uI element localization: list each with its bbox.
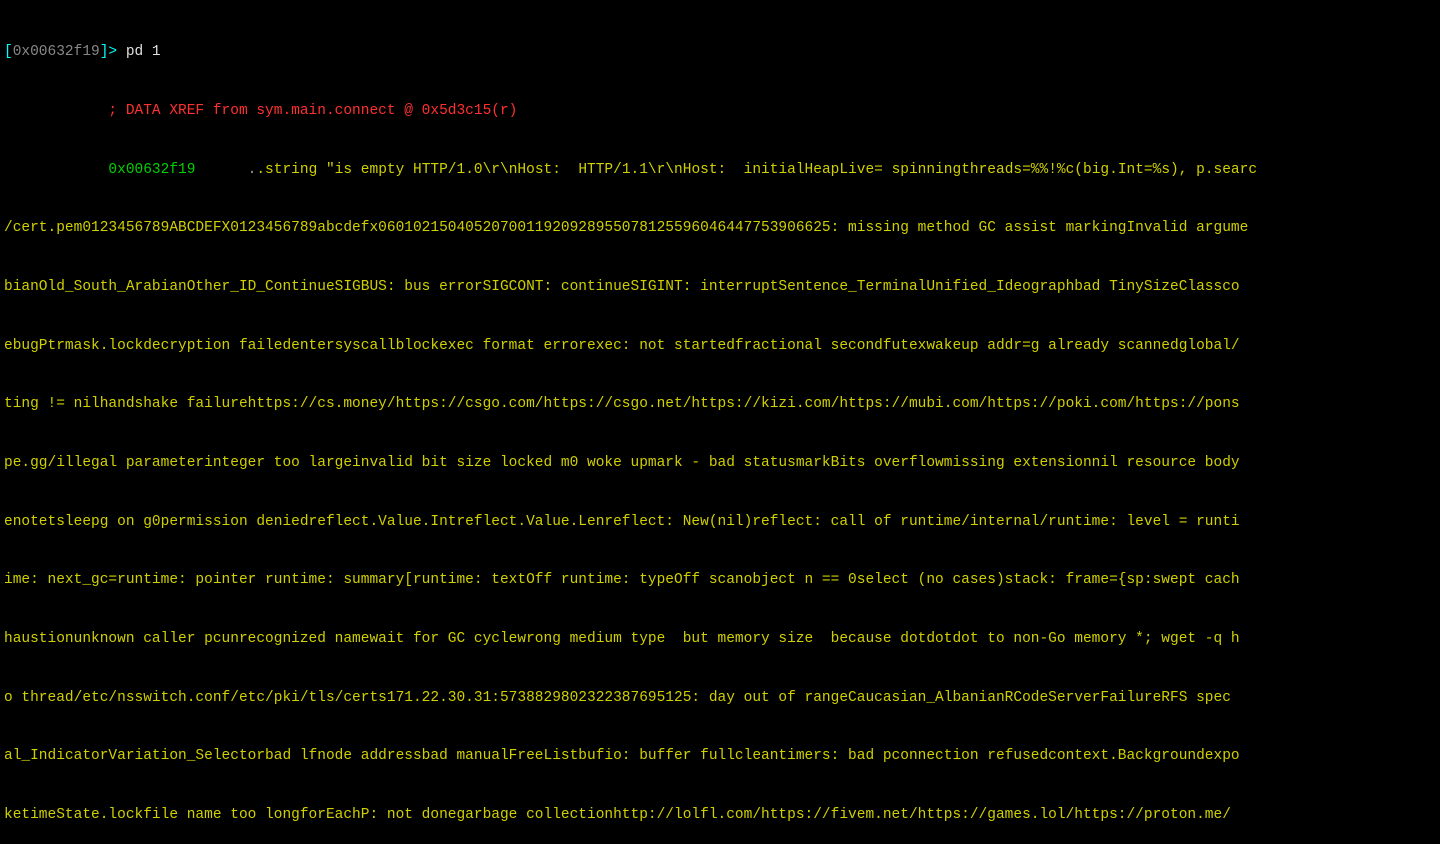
prompt-line-pd: [0x00632f19]> pd 1 <box>4 43 1436 63</box>
blob-line: al_IndicatorVariation_Selectorbad lfnode… <box>4 747 1436 767</box>
blob-line: /cert.pem0123456789ABCDEFX0123456789abcd… <box>4 219 1436 239</box>
blob-line: ketimeState.lockfile name too longforEac… <box>4 806 1436 826</box>
blob-line: ebugPtrmask.lockdecryption failedentersy… <box>4 337 1436 357</box>
blob-line: ting != nilhandshake failurehttps://cs.m… <box>4 395 1436 415</box>
blob-line: o thread/etc/nsswitch.conf/etc/pki/tls/c… <box>4 689 1436 709</box>
blob-line: bianOld_South_ArabianOther_ID_ContinueSI… <box>4 278 1436 298</box>
blob-line: ime: next_gc=runtime: pointer runtime: s… <box>4 571 1436 591</box>
string-line: 0x00632f19 ..string "is empty HTTP/1.0\r… <box>4 161 1436 181</box>
blob-line: haustionunknown caller pcunrecognized na… <box>4 630 1436 650</box>
terminal[interactable]: [0x00632f19]> pd 1 ; DATA XREF from sym.… <box>0 0 1440 844</box>
blob-line: pe.gg/illegal parameterinteger too large… <box>4 454 1436 474</box>
xref-comment: ; DATA XREF from sym.main.connect @ 0x5d… <box>4 102 1436 122</box>
blob-line: enotetsleepg on g0permission deniedrefle… <box>4 513 1436 533</box>
